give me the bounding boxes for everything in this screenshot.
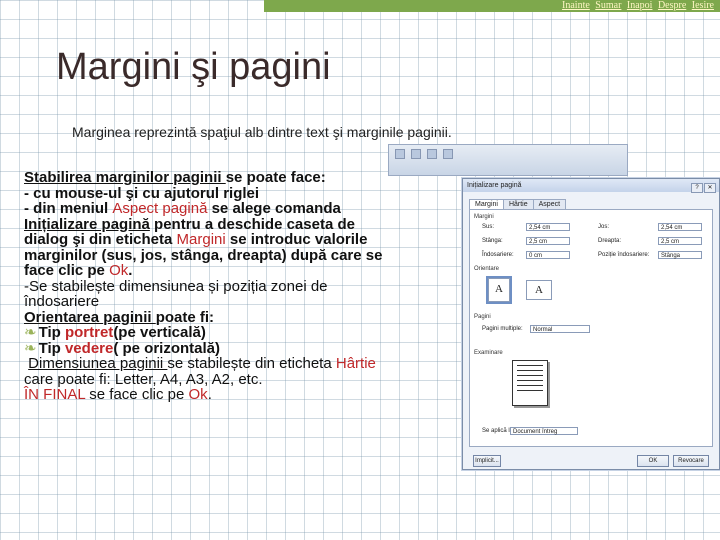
body-line-8: -Se stabilește dimensiunea și poziția zo… [24, 277, 464, 295]
body-text-3a: - din meniul [24, 200, 113, 217]
body-line-14: care poate fi: Letter, A4, A3, A2, etc. [24, 370, 263, 388]
landscape-orientation-icon[interactable]: A [526, 280, 552, 300]
leaf-bullet-icon: ❧ [24, 324, 37, 341]
body-line-2: - cu mouse-ul şi cu ajutorul riglei [24, 184, 260, 202]
group-margins-label: Margini [474, 214, 494, 220]
cancel-button[interactable]: Revocare [673, 455, 709, 467]
tab-paper[interactable]: Hârtie [502, 199, 534, 209]
body-text-13: se stabilește din eticheta [167, 355, 336, 372]
ok-button[interactable]: OK [637, 455, 669, 467]
body-line-7: face clic pe Ok. [24, 263, 464, 279]
body-text-8b: dimensiunea și poziția zonei de [119, 277, 328, 295]
help-icon[interactable]: ? [691, 183, 703, 193]
menu-name-highlight: Aspect pagină [112, 200, 208, 217]
top-navigation-bar: Inainte Sumar Inapoi Despre Iesire [264, 0, 720, 12]
dialog-title: Inițializare pagină [467, 182, 522, 189]
body-line-11: ❧ Tip portret(pe verticală) [24, 325, 464, 341]
group-preview-label: Examinare [474, 350, 503, 356]
tab-layout[interactable]: Aspect [532, 199, 567, 209]
body-text-5a: dialog şi din eticheta [24, 231, 177, 248]
body-text-7b: . [128, 262, 133, 279]
body-text-1: se poate face: [225, 169, 326, 186]
body-text-8a: -Se stabilește [24, 277, 120, 295]
dialog-tabs: Margini Hârtie Aspect [469, 199, 567, 209]
left-margin-input[interactable]: 2,5 cm [526, 237, 570, 245]
body-text-12a: Tip [38, 339, 65, 357]
top-margin-input[interactable]: 2,54 cm [526, 223, 570, 231]
body-text-15b: . [207, 386, 212, 403]
nav-exit-link[interactable]: Iesire [692, 0, 714, 11]
body-text-5b: se introduc valorile [229, 231, 368, 248]
ribbon-margin-icon [395, 149, 405, 159]
body-text-12b: ( pe orizontală) [113, 339, 221, 357]
dialog-window-buttons: ? ✕ [690, 181, 716, 194]
margins-pane: Margini Sus: 2,54 cm Jos: 2,54 cm Stânga… [469, 209, 713, 447]
bottom-margin-label: Jos: [598, 224, 610, 230]
nav-about-link[interactable]: Despre [658, 0, 686, 11]
group-orientation-label: Orientare [474, 266, 500, 272]
gutter-position-select[interactable]: Stânga [658, 251, 702, 259]
body-text-11b: (pe verticală) [113, 324, 206, 341]
apply-to-select[interactable]: Document întreg [510, 427, 578, 435]
multiple-pages-select[interactable]: Normal [530, 325, 590, 333]
paper-tab-highlight: Hârtie [335, 355, 376, 372]
body-text-15a: se face clic pe [85, 386, 189, 403]
body-text-10: poate fi: [155, 308, 215, 326]
ok-highlight-final: Ok [188, 386, 208, 403]
body-line-15: ÎN FINAL se face clic pe Ok. [24, 387, 464, 403]
gutter-input[interactable]: 0 cm [526, 251, 570, 259]
body-line-9: îndosariere [24, 293, 100, 310]
ribbon-orientation-icon [411, 149, 421, 159]
multiple-pages-label: Pagini multiple: [482, 326, 523, 332]
body-text-11a: Tip [38, 324, 65, 341]
left-margin-label: Stânga: [482, 238, 503, 244]
page-preview-icon [512, 360, 548, 406]
nav-next-link[interactable]: Inainte [562, 0, 590, 11]
body-text-3b: se alege comanda [207, 200, 341, 217]
right-margin-label: Dreapta: [598, 238, 622, 244]
slide-title: Margini şi pagini [56, 46, 331, 88]
portrait-orientation-icon[interactable]: A [486, 276, 512, 304]
ok-highlight: Ok [109, 262, 129, 279]
tab-margins[interactable]: Margini [469, 199, 504, 209]
body-line-13: Dimensiunea paginii se stabilește din et… [24, 356, 464, 372]
body-text-7a: face clic pe [24, 262, 110, 279]
landscape-highlight: vedere [64, 339, 114, 357]
slide-body: Stabilirea marginilor paginii se poate f… [24, 170, 464, 403]
body-line-10: Orientarea paginii poate fi: [24, 308, 464, 326]
body-line-3: - din meniul Aspect pagină se alege coma… [24, 201, 464, 217]
group-pages-label: Pagini [474, 314, 491, 320]
gutter-label: Îndosariere: [482, 252, 514, 258]
leaf-bullet-icon: ❧ [24, 339, 37, 357]
margins-heading: Stabilirea marginilor paginii [24, 169, 226, 186]
size-heading: Dimensiunea paginii [28, 355, 168, 372]
body-line-1: Stabilirea marginilor paginii se poate f… [24, 170, 464, 186]
final-highlight: ÎN FINAL [24, 386, 86, 403]
ribbon-size-icon [427, 149, 437, 159]
gutter-position-label: Poziție îndosariere: [598, 252, 650, 258]
tab-name-highlight: Margini [176, 231, 230, 248]
nav-back-link[interactable]: Inapoi [627, 0, 653, 11]
slide-subtitle: Marginea reprezintă spaţiul alb dintre t… [72, 124, 452, 140]
default-button[interactable]: Implicit... [473, 455, 501, 467]
page-setup-dialog: Inițializare pagină ? ✕ Margini Hârtie Aspe… [462, 178, 720, 470]
body-line-5: dialog şi din eticheta Margini se introd… [24, 232, 464, 248]
ribbon-columns-icon [443, 149, 453, 159]
top-margin-label: Sus: [482, 224, 495, 230]
bottom-margin-input[interactable]: 2,54 cm [658, 223, 702, 231]
subtitle-term: Marginea [72, 124, 131, 140]
nav-summary-link[interactable]: Sumar [595, 0, 621, 11]
body-text-4: pentru a deschide caseta de [149, 215, 355, 233]
body-line-6: marginilor (sus, jos, stânga, dreapta) d… [24, 246, 383, 264]
body-line-4: Inițializare pagină pentru a deschide ca… [24, 215, 464, 233]
close-icon[interactable]: ✕ [704, 183, 716, 193]
dialog-titlebar: Inițializare pagină ? ✕ [463, 179, 719, 194]
body-line-12: ❧ Tip vedere( pe orizontală) [24, 339, 464, 357]
portrait-highlight: portret [64, 324, 114, 341]
command-name: Inițializare pagină [24, 215, 150, 233]
right-margin-input[interactable]: 2,5 cm [658, 237, 702, 245]
subtitle-rest: reprezintă spaţiul alb dintre text şi ma… [130, 124, 452, 140]
orientation-heading: Orientarea paginii [24, 308, 156, 326]
